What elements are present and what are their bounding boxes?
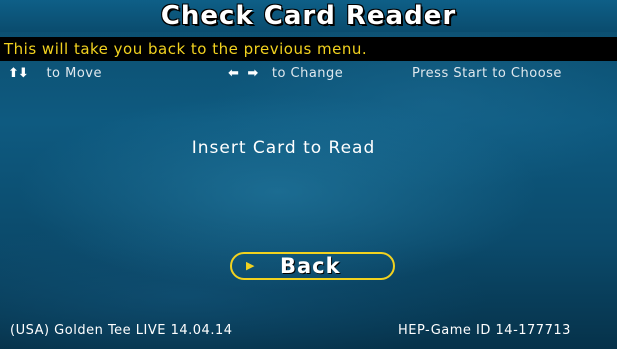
play-chevron-icon: ▶: [246, 259, 255, 272]
game-id: HEP-Game ID 14-177713: [398, 323, 571, 338]
right-arrow-icon: ➡: [247, 66, 259, 81]
game-version: (USA) Golden Tee LIVE 14.04.14: [10, 323, 233, 338]
back-button-label: Back: [280, 254, 341, 278]
screen-title: Check Card Reader: [160, 1, 457, 31]
controls-hint-bar: ⬆⬇ to Move ⬅ ➡ to Change Press Start to C…: [0, 66, 617, 84]
move-hint-label: to Move: [46, 66, 102, 81]
message-bar: This will take you back to the previous …: [0, 37, 617, 61]
back-button[interactable]: ▶ Back: [230, 252, 395, 280]
title-bar: Check Card Reader: [0, 0, 617, 32]
left-arrow-icon: ⬅: [228, 66, 240, 81]
footer: (USA) Golden Tee LIVE 14.04.14 HEP-Game …: [0, 323, 617, 341]
move-hint: ⬆⬇ to Move: [8, 66, 102, 81]
help-message: This will take you back to the previous …: [4, 40, 368, 58]
game-screen: Check Card Reader This will take you bac…: [0, 0, 617, 349]
choose-hint: Press Start to Choose: [412, 66, 562, 81]
up-down-arrows-icon: ⬆⬇: [8, 66, 29, 81]
change-hint: ⬅ ➡ to Change: [228, 66, 343, 81]
left-right-arrows-icon: ⬅ ➡: [228, 66, 264, 81]
insert-card-prompt: Insert Card to Read: [191, 138, 376, 158]
change-hint-label: to Change: [271, 66, 344, 81]
